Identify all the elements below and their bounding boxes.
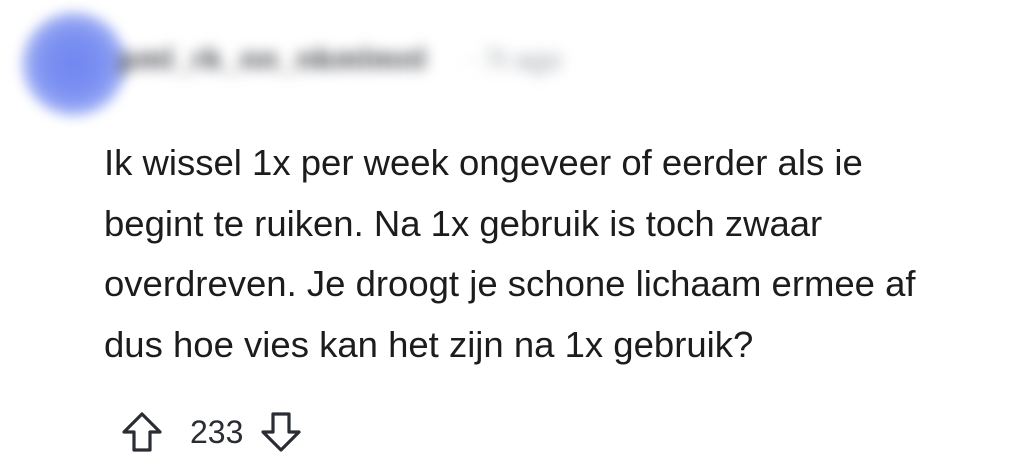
timestamp: · 7t ago xyxy=(466,44,562,75)
comment-body-line: dus hoe vies kan het zijn na 1x gebruik? xyxy=(104,323,754,365)
arrow-down-outline-icon xyxy=(261,412,301,452)
vote-bar: 233 xyxy=(118,408,305,456)
comment-body: Ik wissel 1x per week ongeveer of eerder… xyxy=(104,133,1009,375)
comment-body-line: begint te ruiken. Na 1x gebruik is toch … xyxy=(104,202,823,244)
arrow-up-outline-icon xyxy=(122,412,162,452)
comment: pml_rk_nn_nkmlmnl · 7t ago Ik wissel 1x … xyxy=(0,0,1024,476)
downvote-button[interactable] xyxy=(257,408,305,456)
comment-body-line: overdreven. Je droogt je schone lichaam … xyxy=(104,263,916,304)
avatar[interactable] xyxy=(22,12,126,116)
vote-score: 233 xyxy=(190,414,244,450)
comment-body-line: Ik wissel 1x per week ongeveer of eerder… xyxy=(104,142,863,183)
upvote-button[interactable] xyxy=(118,408,166,456)
username[interactable]: pml_rk_nn_nkmlmnl xyxy=(118,43,427,77)
comment-meta: pml_rk_nn_nkmlmnl · 7t ago xyxy=(118,40,562,80)
